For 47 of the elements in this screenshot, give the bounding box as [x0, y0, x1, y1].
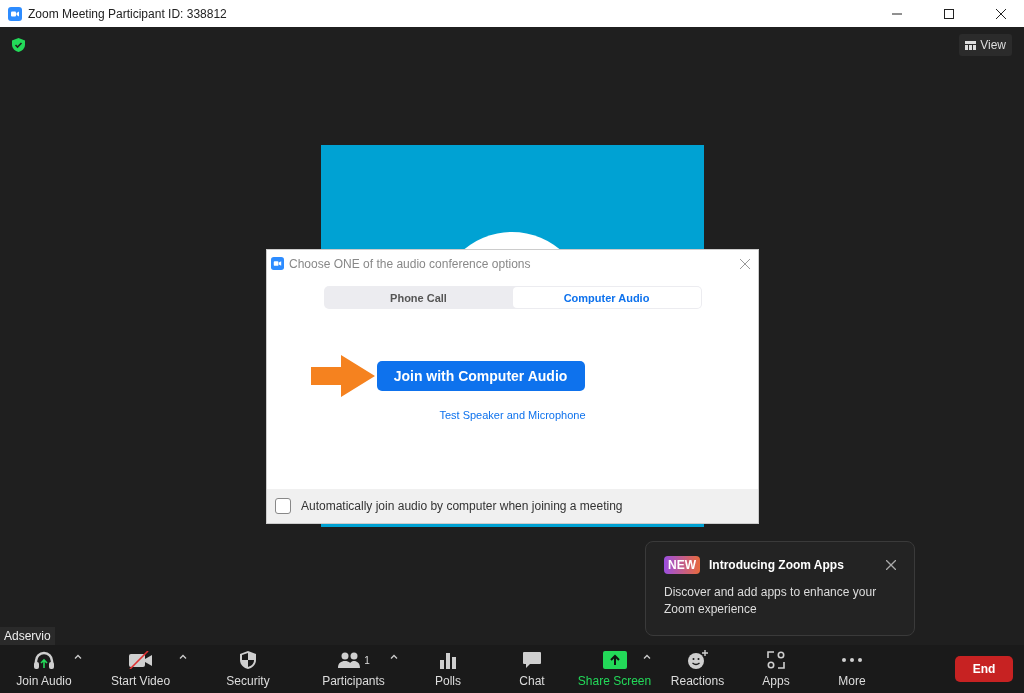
camera-logo-icon	[8, 6, 22, 21]
popup-text: Discover and add apps to enhance your Zoom experience	[664, 584, 878, 618]
bar-chart-icon	[439, 651, 457, 669]
window-title: Zoom Meeting Participant ID: 338812	[28, 6, 228, 21]
shield-icon	[239, 650, 257, 670]
people-icon	[337, 652, 362, 668]
arrow-icon	[310, 355, 375, 397]
participant-name-tag: Adservio	[0, 627, 55, 645]
speech-bubble-icon	[522, 651, 542, 669]
toolbar-button[interactable]: Reactions	[657, 645, 738, 693]
grid-icon	[965, 40, 977, 50]
smiley-plus-icon	[686, 650, 709, 670]
caret-icon[interactable]	[643, 654, 651, 659]
toolbar-button[interactable]: Apps	[738, 645, 814, 693]
end-button[interactable]: End	[955, 656, 1013, 682]
camera-off-icon	[127, 651, 154, 669]
more-dots-icon	[842, 658, 862, 662]
share-screen-icon	[602, 651, 627, 669]
test-speaker-link[interactable]: Test Speaker and Microphone	[439, 409, 586, 421]
new-badge: NEW	[664, 556, 700, 574]
participant-count: 1	[364, 654, 370, 666]
toolbar-button[interactable]: Chat	[492, 645, 572, 693]
headphones-icon	[33, 651, 55, 669]
view-button[interactable]: View	[959, 34, 1012, 56]
shield-check-icon	[12, 38, 25, 52]
audio-tab[interactable]: Phone Call	[324, 287, 513, 308]
caret-icon[interactable]	[74, 654, 82, 659]
toolbar-button[interactable]: More	[814, 645, 890, 693]
join-audio-button[interactable]: Join with Computer Audio	[376, 361, 585, 391]
caret-icon[interactable]	[179, 654, 187, 659]
toolbar-button[interactable]: 1 Participants	[303, 645, 404, 693]
toolbar-button[interactable]: Join Audio	[0, 645, 88, 693]
caret-icon[interactable]	[390, 654, 398, 659]
close-icon	[996, 8, 1006, 19]
checkbox[interactable]	[275, 498, 291, 514]
audio-tab[interactable]: Computer Audio	[512, 287, 701, 308]
toolbar-button[interactable]: Polls	[404, 645, 492, 693]
checkbox-label: Automatically join audio by computer when joining a meeting	[301, 499, 623, 513]
camera-logo-icon	[271, 257, 284, 270]
toolbar-button[interactable]: Security	[193, 645, 303, 693]
toolbar-button[interactable]: Share Screen	[572, 645, 657, 693]
apps-icon	[767, 651, 785, 669]
dialog-title: Choose ONE of the audio conference options	[289, 256, 532, 271]
maximize-icon	[944, 8, 954, 19]
toolbar-button[interactable]: Start Video	[88, 645, 193, 693]
close-icon[interactable]	[886, 560, 896, 570]
popup-title: Introducing Zoom Apps	[709, 558, 845, 572]
